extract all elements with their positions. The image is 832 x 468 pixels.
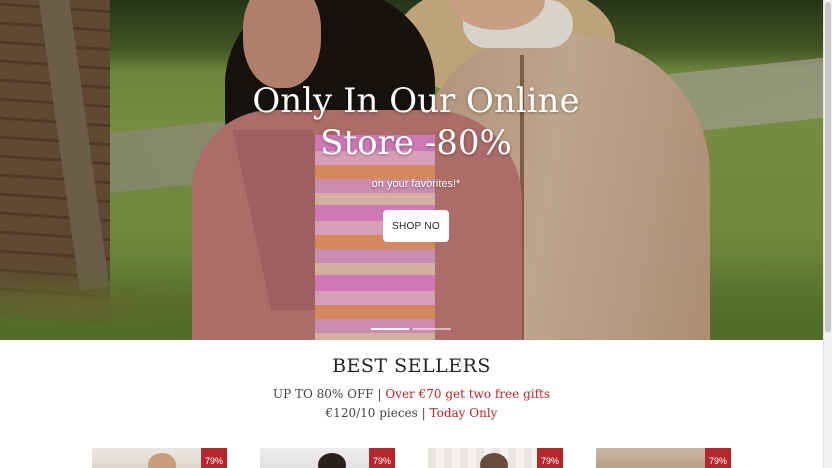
best-sellers-title: BEST SELLERS [332, 355, 491, 377]
promo-line-1-prefix: UP TO 80% OFF [272, 387, 374, 401]
promo-line-1: UP TO 80% OFF | Over €70 get two free gi… [0, 387, 823, 401]
shop-now-button[interactable]: SHOP NO [383, 210, 449, 242]
hero-overlay [0, 0, 823, 340]
product-card[interactable]: 79% [260, 448, 395, 468]
discount-badge: 79% [705, 448, 731, 468]
page: Only In Our Online Store -80% on your fa… [0, 0, 823, 468]
promo-line-2-highlight: Today Only [429, 406, 498, 420]
promo-line-1-highlight: Over €70 get two free gifts [385, 387, 551, 401]
vertical-scrollbar[interactable] [823, 0, 832, 468]
hero-title-line1: Only In Our Online [252, 81, 580, 121]
product-card[interactable]: 79% [596, 448, 731, 468]
product-card[interactable]: 79% [92, 448, 227, 468]
product-card[interactable]: 79% [428, 448, 563, 468]
slider-indicator-1[interactable] [371, 328, 409, 330]
discount-badge: 79% [201, 448, 227, 468]
discount-badge: 79% [369, 448, 395, 468]
promo-line-2: €120/10 pieces | Today Only [0, 406, 823, 420]
scrollbar-thumb[interactable] [825, 2, 831, 332]
promo-line-1-separator: | [377, 387, 382, 401]
promo-line-2-prefix: €120/10 pieces [325, 406, 418, 420]
hero-title: Only In Our Online Store -80% [0, 80, 823, 164]
hero-subtitle: on your favorites!* [371, 178, 461, 190]
promo-line-2-separator: | [421, 406, 426, 420]
product-grid: 79% 79% 79% 79% [92, 448, 742, 468]
slider-indicators [371, 328, 453, 331]
discount-badge: 79% [537, 448, 563, 468]
hero-banner[interactable]: Only In Our Online Store -80% on your fa… [0, 0, 823, 340]
slider-indicator-2[interactable] [413, 328, 451, 330]
hero-title-line2: Store -80% [320, 123, 512, 163]
